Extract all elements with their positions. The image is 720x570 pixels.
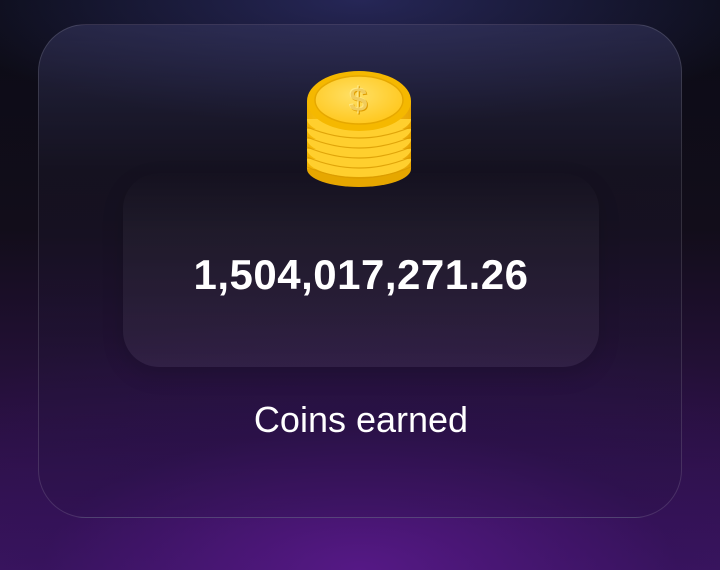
- coins-caption: Coins earned: [253, 399, 469, 440]
- svg-text:$: $: [349, 81, 368, 119]
- coins-amount: 1,504,017,271.26: [193, 251, 529, 298]
- coin-stack-icon: $ $: [306, 71, 412, 187]
- coins-earned-card: $ $ 1,504,017,271.26 Coins earned: [38, 24, 682, 518]
